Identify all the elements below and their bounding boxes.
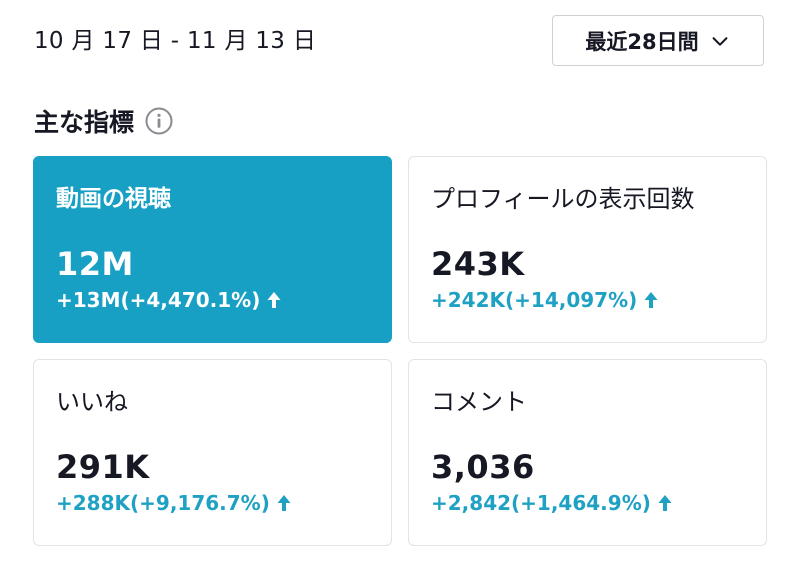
metric-change: +288K(+9,176.7%) [56, 491, 292, 515]
period-dropdown[interactable]: 最近28日間 [552, 15, 764, 66]
metric-label: 動画の視聴 [56, 186, 171, 212]
arrow-up-icon [277, 495, 291, 511]
metric-value: 12M [56, 245, 134, 283]
date-range-label: 10 月 17 日 - 11 月 13 日 [34, 28, 317, 54]
key-metrics-header: 主な指標 [34, 103, 174, 139]
metric-label: プロフィールの表示回数 [431, 185, 695, 213]
metric-change: +2,842(+1,464.9%) [431, 491, 673, 515]
metric-card-likes[interactable]: いいね 291K +288K(+9,176.7%) [33, 359, 392, 546]
section-title: 主な指標 [34, 108, 135, 137]
metric-change-text: +242K(+14,097%) [431, 288, 638, 312]
arrow-up-icon [658, 495, 672, 511]
metric-change-text: +13M(+4,470.1%) [56, 288, 261, 312]
metric-card-comments[interactable]: コメント 3,036 +2,842(+1,464.9%) [408, 359, 767, 546]
arrow-up-icon [644, 292, 658, 308]
metric-value: 243K [431, 245, 525, 283]
metric-card-profile-views[interactable]: プロフィールの表示回数 243K +242K(+14,097%) [408, 156, 767, 343]
info-icon[interactable] [144, 106, 174, 136]
metric-change: +13M(+4,470.1%) [56, 288, 282, 312]
metric-change: +242K(+14,097%) [431, 288, 659, 312]
metric-card-video-views[interactable]: 動画の視聴 12M +13M(+4,470.1%) [33, 156, 392, 343]
arrow-up-icon [267, 292, 281, 308]
metric-value: 3,036 [431, 448, 535, 486]
chevron-down-icon [712, 36, 728, 46]
period-dropdown-value: 最近28日間 [585, 29, 699, 54]
metric-change-text: +2,842(+1,464.9%) [431, 491, 651, 515]
metric-change-text: +288K(+9,176.7%) [56, 491, 270, 515]
metric-label: いいね [56, 388, 128, 416]
metric-value: 291K [56, 448, 150, 486]
metric-label: コメント [431, 388, 527, 416]
